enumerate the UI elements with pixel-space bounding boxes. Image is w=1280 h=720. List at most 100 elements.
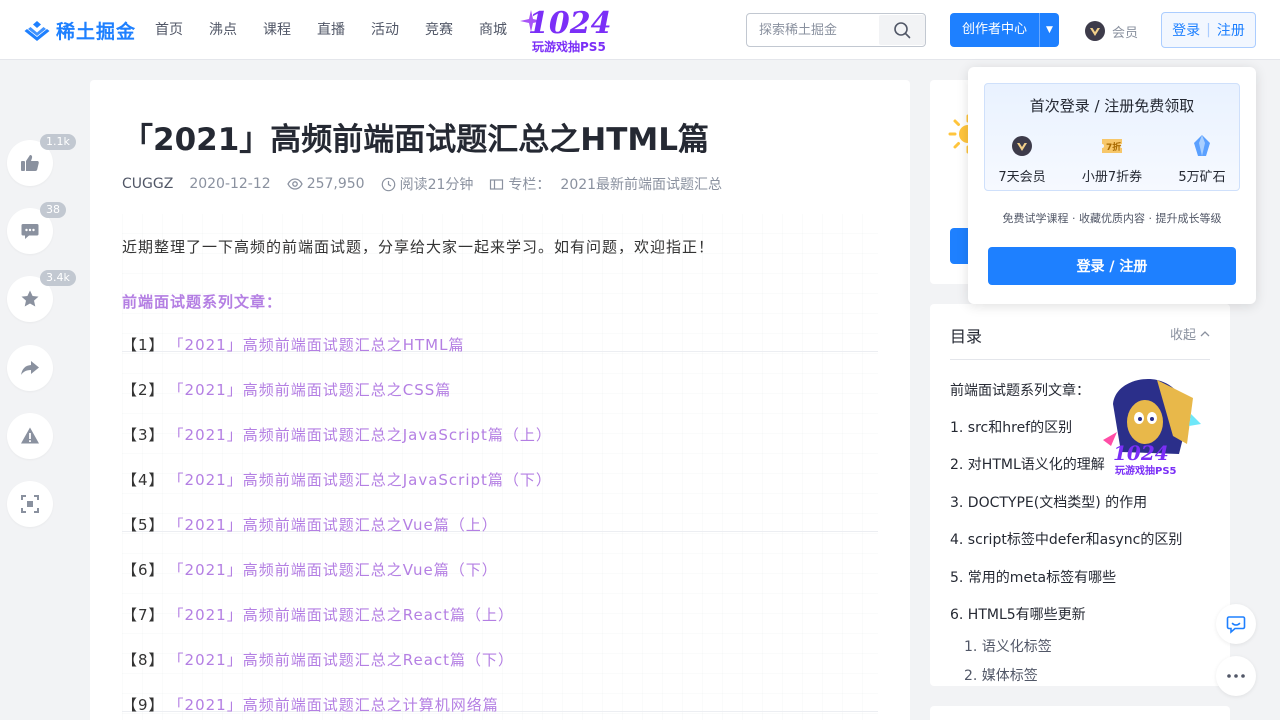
read-time-value: 阅读21分钟 [399,177,474,193]
search-box [746,13,926,47]
nav-live[interactable]: 直播 [304,0,358,60]
reward-label: 小册7折券 [1081,170,1143,185]
table-of-contents: 目录 收起 前端面试题系列文章： 1. src和href的区别 2. 对HTML… [930,304,1230,686]
mascot-ps5-text: 玩游戏抽PS5 [1115,464,1177,477]
series-link[interactable]: 「2021」高频前端面试题汇总之CSS篇 [169,379,452,400]
toc-item[interactable]: 2. 对HTML语义化的理解 [950,454,1105,474]
toc-divider [950,359,1210,360]
juejin-logo-icon [24,20,50,41]
series-list-item: 【2】 「2021」高频前端面试题汇总之CSS篇 [122,374,451,404]
ore-crystal-icon [1194,135,1210,156]
search-icon [894,22,911,39]
series-link[interactable]: 「2021」高频前端面试题汇总之Vue篇（下） [169,559,498,580]
nav-shop[interactable]: 商城 [466,0,520,60]
vip-badge-icon [1085,21,1105,41]
nav-courses[interactable]: 课程 [250,0,304,60]
popup-benefits: 免费试学课程 · 收藏优质内容 · 提升成长等级 [1002,212,1222,225]
login-register-button[interactable]: 登录 | 注册 [1161,12,1256,48]
share-button[interactable] [7,345,53,391]
popup-login-button[interactable]: 登录 / 注册 [988,247,1236,285]
star-count-badge: 3.4k [40,270,76,286]
vip-entry[interactable]: 会员 [1084,20,1138,42]
series-heading: 前端面试题系列文章： [122,293,283,311]
series-link[interactable]: 「2021」高频前端面试题汇总之React篇（上） [169,604,514,625]
focus-mode-button[interactable] [7,481,53,527]
toc-item[interactable]: 前端面试题系列文章： [950,380,1090,400]
nav-contests[interactable]: 竞赛 [412,0,466,60]
series-index: 【1】 [122,335,165,354]
logo-text: 稀土掘金 [56,21,137,43]
view-count: 257,950 [286,176,365,192]
nav-home[interactable]: 首页 [142,0,196,60]
series-link[interactable]: 「2021」高频前端面试题汇总之JavaScript篇（下） [169,469,552,490]
article-card: 「2021」高频前端面试题汇总之HTML篇 CUGGZ 2020-12-12 2… [90,80,910,720]
nav-pins[interactable]: 沸点 [196,0,250,60]
mascot-illustration-icon: 1024 玩游戏抽PS5 [1103,379,1201,477]
warning-icon [21,427,39,444]
reward-vip: 7天会员 [982,134,1062,185]
column-name[interactable]: 2021最新前端面试题汇总 [560,174,722,194]
toc-item[interactable]: 1. src和href的区别 [950,417,1072,437]
more-options-button[interactable] [1216,656,1256,696]
creator-dropdown-button[interactable]: ▼ [1039,13,1060,47]
series-index: 【9】 [122,695,165,714]
toc-item[interactable]: 4. script标签中defer和async的区别 [950,529,1182,549]
series-list-item: 【5】 「2021」高频前端面试题汇总之Vue篇（上） [122,509,498,539]
like-button[interactable]: 1.1k [7,134,76,186]
search-button[interactable] [879,15,925,45]
series-list-item: 【9】 「2021」高频前端面试题汇总之计算机网络篇 [122,689,499,719]
series-link[interactable]: 「2021」高频前端面试题汇总之JavaScript篇（上） [169,424,552,445]
series-index: 【5】 [122,515,165,534]
article-content: 近期整理了一下高频的前端面试题，分享给大家一起来学习。如有问题，欢迎指正！ 前端… [122,214,878,720]
login-label: 登录 [1172,23,1201,39]
toc-subitem[interactable]: 2. 媒体标签 [964,665,1038,685]
like-count-badge: 1.1k [40,134,76,150]
popup-title: 首次登录 / 注册免费领取 [1029,97,1195,115]
juejin-logo[interactable]: 稀土掘金 [24,17,136,44]
comment-button[interactable]: 38 [7,202,66,254]
eye-icon [286,178,303,190]
series-link[interactable]: 「2021」高频前端面试题汇总之HTML篇 [169,334,465,355]
collect-button[interactable]: 3.4k [7,270,76,322]
divider: | [1206,22,1211,38]
toc-item[interactable]: 6. HTML5有哪些更新 [950,604,1086,624]
register-label: 注册 [1216,23,1245,39]
star-icon [21,290,39,307]
comment-count-badge: 38 [40,202,66,218]
creator-center: 创作者中心 ▼ [950,13,1060,47]
promo-mascot-1024[interactable]: 1024 玩游戏抽PS5 [1095,374,1205,484]
series-index: 【8】 [122,650,165,669]
promo-subtitle: 玩游戏抽PS5 [532,40,606,54]
toc-subitem[interactable]: 1. 语义化标签 [964,636,1052,656]
series-index: 【6】 [122,560,165,579]
view-count-value: 257,950 [306,176,365,192]
report-button[interactable] [7,413,53,459]
series-link[interactable]: 「2021」高频前端面试题汇总之React篇（下） [169,649,514,670]
search-input[interactable] [747,14,879,46]
series-link[interactable]: 「2021」高频前端面试题汇总之Vue篇（上） [169,514,498,535]
coupon-mark: 7折 [1106,141,1121,153]
toc-collapse-button[interactable]: 收起 [1170,324,1210,343]
reward-ore: 5万矿石 [1162,134,1242,185]
author-name[interactable]: CUGGZ [122,176,173,192]
column-info[interactable]: 专栏： 2021最新前端面试题汇总 [489,174,722,194]
nav-events[interactable]: 活动 [358,0,412,60]
series-list-item: 【8】 「2021」高频前端面试题汇总之React篇（下） [122,644,514,674]
vip-badge-icon [1012,136,1032,156]
series-list-item: 【7】 「2021」高频前端面试题汇总之React篇（上） [122,599,514,629]
feedback-button[interactable] [1216,604,1256,644]
more-dots-icon [1227,674,1245,678]
fullscreen-icon [21,495,39,513]
clock-icon [381,177,395,191]
main-nav: 首页 沸点 课程 直播 活动 竞赛 商城 [142,0,520,60]
series-link[interactable]: 「2021」高频前端面试题汇总之计算机网络篇 [169,694,499,715]
intro-paragraph: 近期整理了一下高频的前端面试题，分享给大家一起来学习。如有问题，欢迎指正！ [122,238,715,256]
comment-icon [21,224,39,239]
toc-item[interactable]: 3. DOCTYPE(文档类型) 的作用 [950,492,1147,512]
series-list-item: 【4】 「2021」高频前端面试题汇总之JavaScript篇（下） [122,464,552,494]
toc-item[interactable]: 5. 常用的meta标签有哪些 [950,567,1116,587]
read-time: 阅读21分钟 [381,174,474,194]
creator-center-button[interactable]: 创作者中心 [950,13,1040,47]
promo-banner-1024[interactable]: 1024 玩游戏抽PS5 [520,6,635,56]
series-list-item: 【1】 「2021」高频前端面试题汇总之HTML篇 [122,329,464,359]
